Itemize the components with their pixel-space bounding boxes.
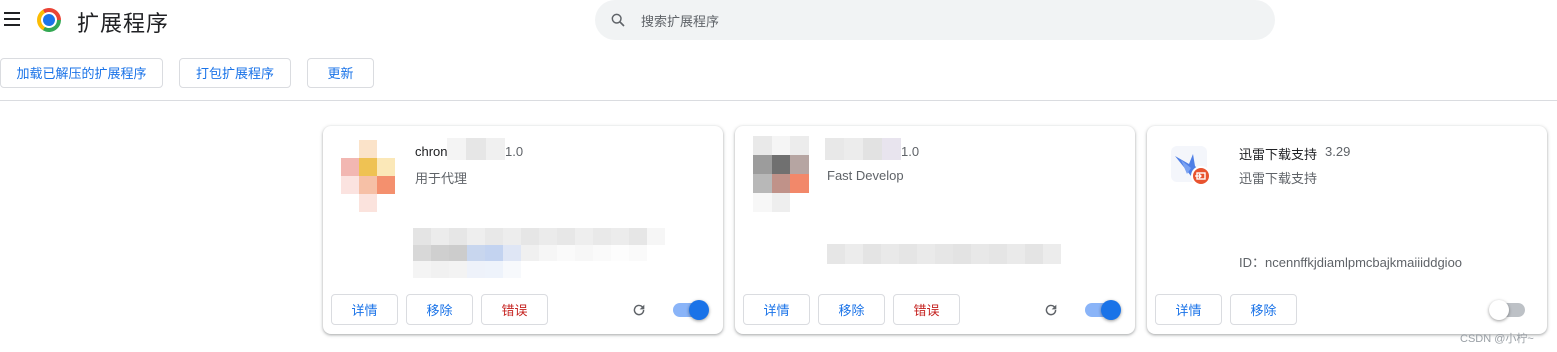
- enable-toggle[interactable]: [673, 300, 709, 320]
- load-unpacked-button[interactable]: 加载已解压的扩展程序: [0, 58, 163, 88]
- search-icon: [611, 13, 625, 27]
- hamburger-menu-icon[interactable]: [4, 12, 20, 26]
- chrome-logo-icon: [32, 3, 66, 37]
- page-title: 扩展程序: [77, 11, 170, 36]
- blurred-name-region: [825, 138, 901, 160]
- errors-button[interactable]: 错误: [481, 294, 548, 325]
- blurred-id-region: [413, 228, 665, 278]
- extension-version: 3.29: [1325, 144, 1351, 159]
- extension-card: 迅雷下载支持 3.29 迅雷下载支持 ID：ncennffkjdiamlpmcb…: [1147, 126, 1547, 334]
- details-button[interactable]: 详情: [743, 294, 810, 325]
- extension-description: 迅雷下载支持: [1239, 171, 1318, 186]
- reload-icon[interactable]: [1043, 302, 1059, 318]
- search-input[interactable]: [639, 0, 1243, 42]
- blurred-name-region: [447, 138, 505, 160]
- extension-description: Fast Develop: [827, 168, 904, 183]
- extension-card: 1.0 Fast Develop 详情 移除 错误: [735, 126, 1135, 334]
- errors-button[interactable]: 错误: [893, 294, 960, 325]
- extension-name: chron: [415, 144, 448, 159]
- watermark: CSDN @小柠~: [1460, 333, 1534, 345]
- remove-button[interactable]: 移除: [818, 294, 885, 325]
- enable-toggle[interactable]: [1489, 300, 1525, 320]
- extension-description: 用于代理: [415, 171, 468, 186]
- extension-name: 迅雷下载支持: [1239, 147, 1318, 162]
- remove-button[interactable]: 移除: [406, 294, 473, 325]
- update-button[interactable]: 更新: [307, 58, 374, 88]
- toolbar-divider: [0, 100, 1557, 101]
- reload-icon[interactable]: [631, 302, 647, 318]
- extension-id: ID：ncennffkjdiamlpmcbajkmaiiiddgioo: [1239, 255, 1463, 270]
- extension-version: 1.0: [901, 144, 920, 159]
- extension-version: 1.0: [505, 144, 524, 159]
- details-button[interactable]: 详情: [1155, 294, 1222, 325]
- thunder-bird-icon: [1171, 146, 1211, 186]
- remove-button[interactable]: 移除: [1230, 294, 1297, 325]
- enable-toggle[interactable]: [1085, 300, 1121, 320]
- blurred-id-region: [827, 244, 1061, 264]
- details-button[interactable]: 详情: [331, 294, 398, 325]
- top-bar: 扩展程序: [0, 0, 1557, 42]
- extension-icon-blurred: [341, 140, 395, 212]
- extension-icon-blurred: [753, 136, 809, 212]
- pack-extension-button[interactable]: 打包扩展程序: [179, 58, 291, 88]
- extension-card: chron 1.0 用于代理 详情 移除 错误: [323, 126, 723, 334]
- search-bar[interactable]: [595, 0, 1275, 42]
